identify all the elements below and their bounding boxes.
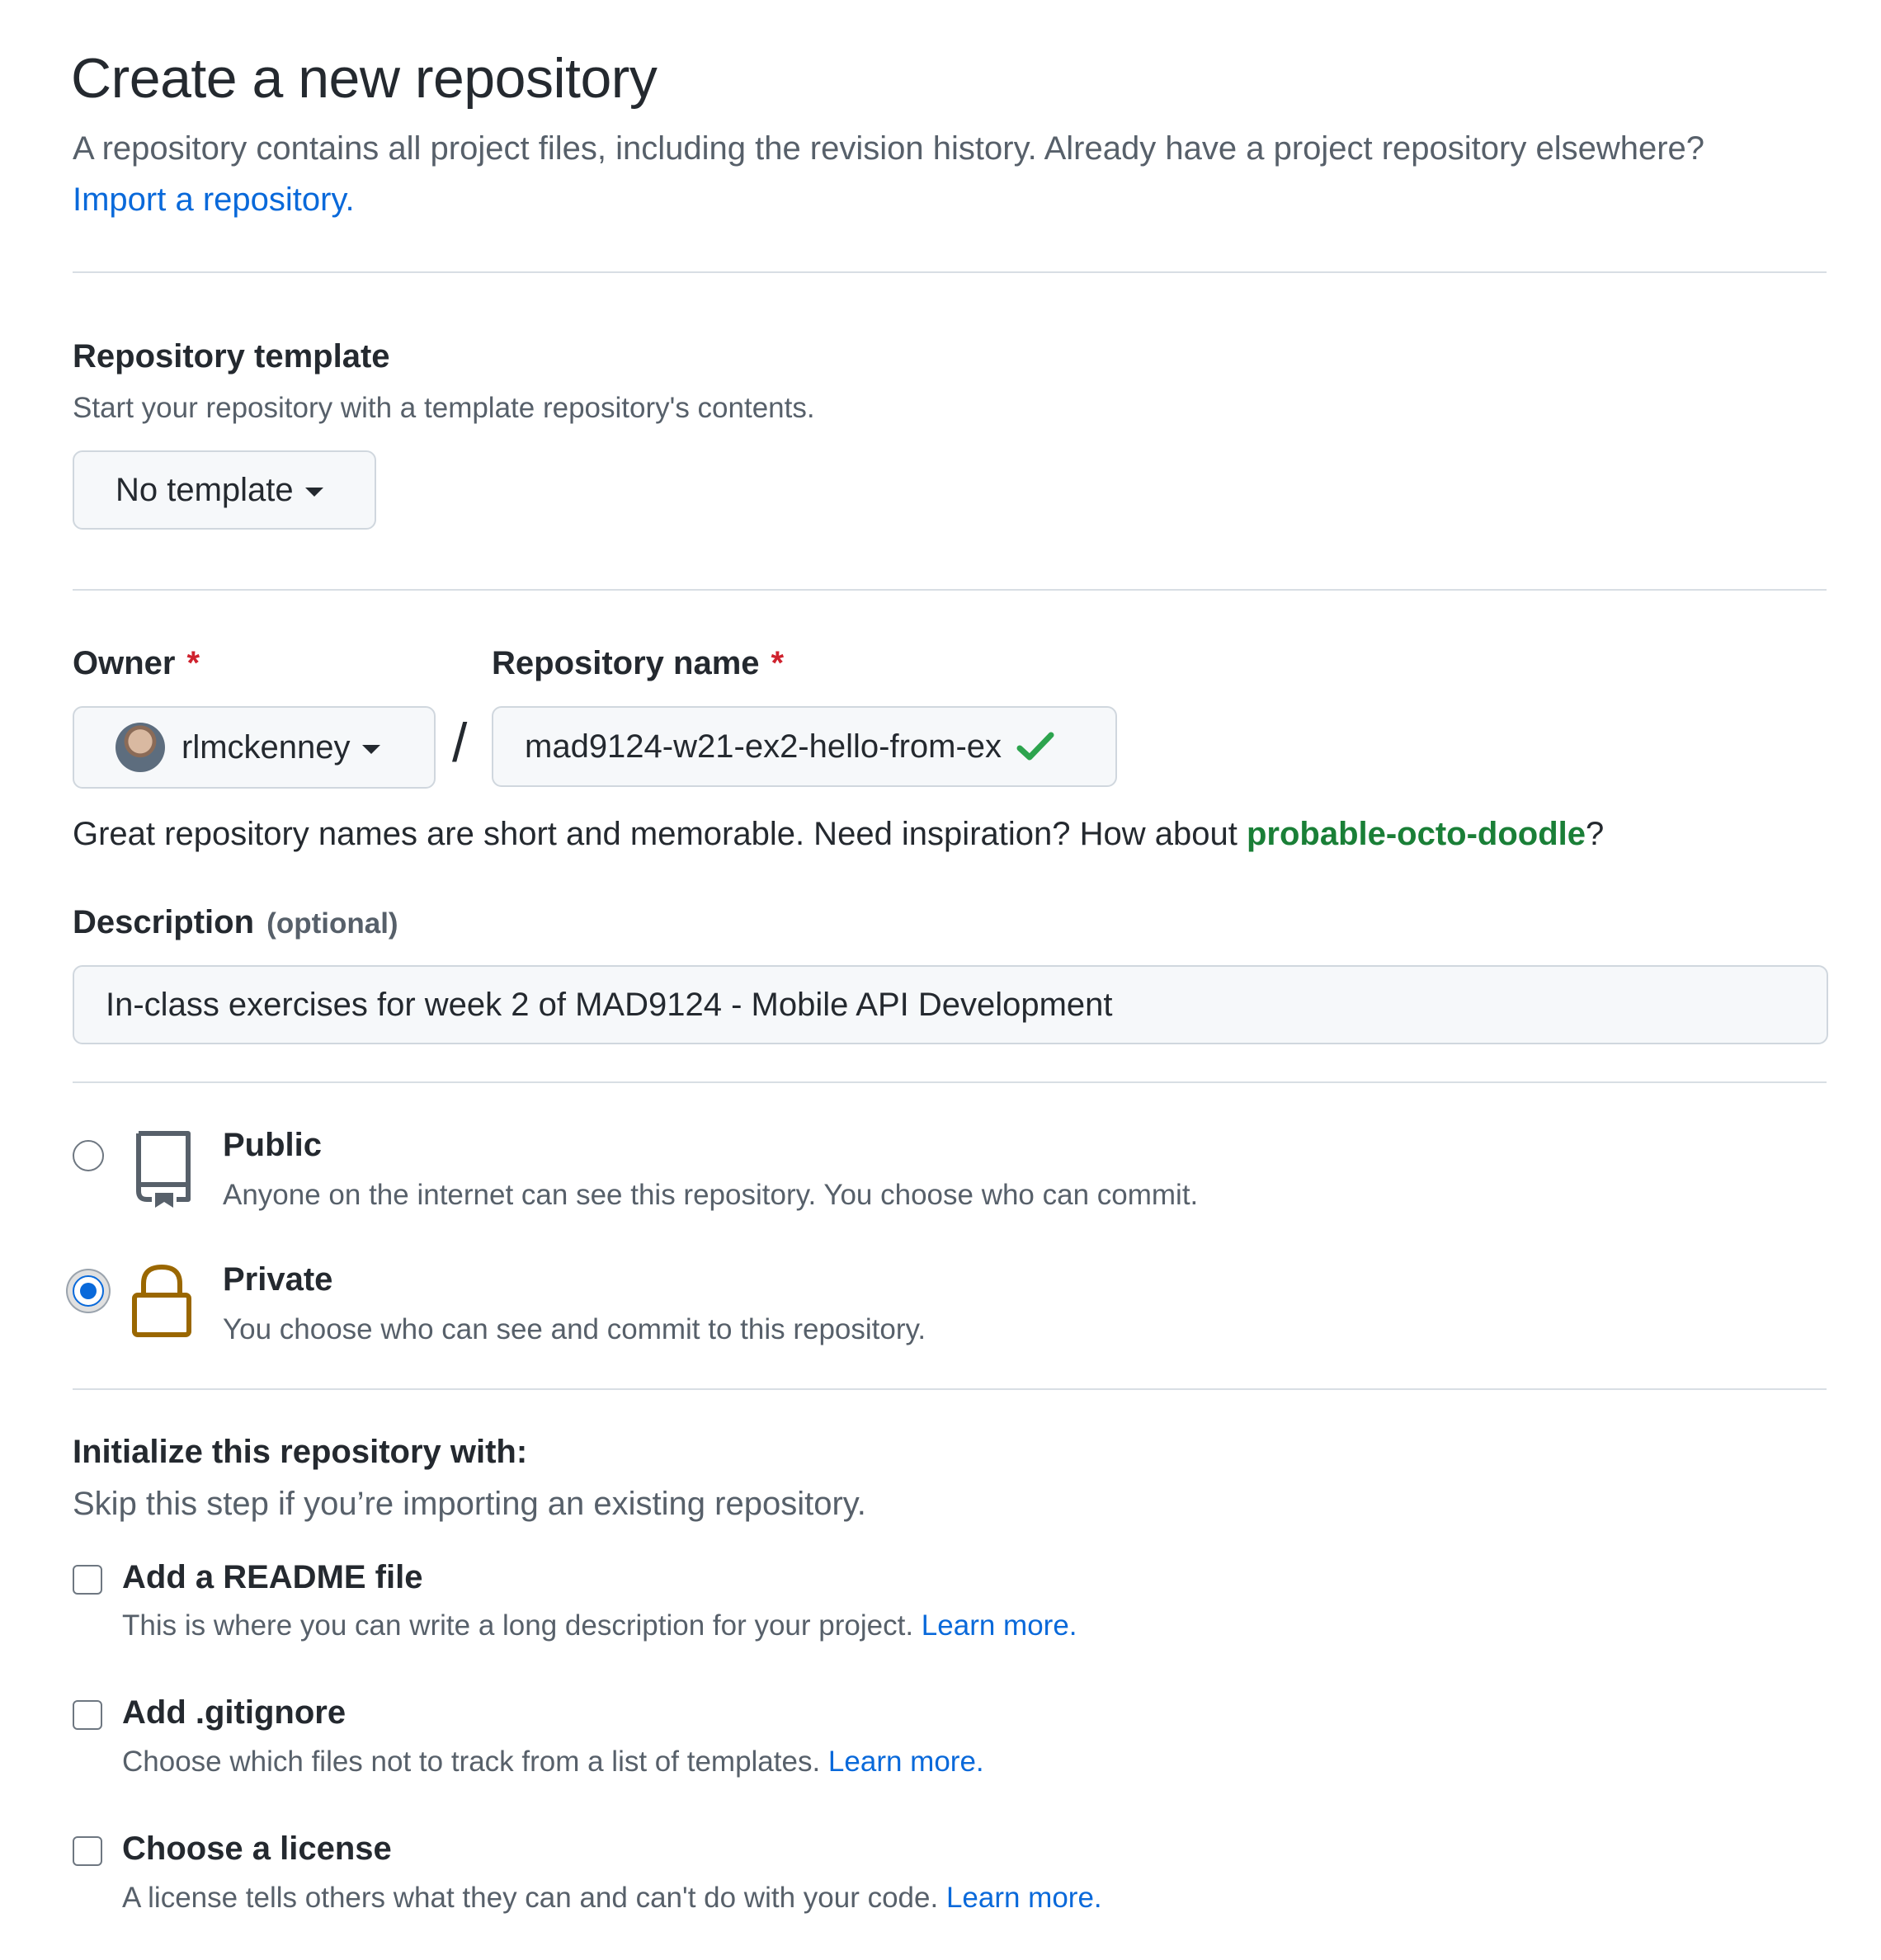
description-value: In-class exercises for week 2 of MAD9124…: [106, 986, 1113, 1023]
initialize-label: Initialize this repository with:: [73, 1434, 528, 1470]
name-hint-prefix: Great repository names are short and mem…: [73, 816, 1247, 852]
initialize-note: Skip this step if you’re importing an ex…: [73, 1486, 866, 1522]
owner-label-text: Owner: [73, 645, 176, 681]
name-hint-suffix: ?: [1586, 816, 1605, 852]
license-checkbox[interactable]: [73, 1836, 102, 1866]
lock-icon: [130, 1262, 193, 1344]
readme-desc-text: This is where you can write a long descr…: [122, 1609, 914, 1642]
readme-checkbox[interactable]: [73, 1565, 102, 1595]
template-dropdown-button[interactable]: No template: [73, 450, 376, 530]
import-repository-link[interactable]: Import a repository.: [73, 181, 355, 219]
private-radio[interactable]: [73, 1275, 104, 1307]
repo-name-label-text: Repository name: [492, 645, 760, 681]
repo-icon: [130, 1128, 193, 1212]
template-label: Repository template: [73, 338, 390, 375]
license-title: Choose a license: [122, 1830, 392, 1867]
owner-repo-separator: /: [452, 712, 468, 773]
public-title: Public: [223, 1127, 323, 1163]
gitignore-title: Add .gitignore: [122, 1694, 346, 1731]
page-subtitle: A repository contains all project files,…: [73, 130, 1705, 167]
readme-title: Add a README file: [122, 1559, 423, 1595]
readme-desc: This is where you can write a long descr…: [122, 1609, 1077, 1642]
description-label: Description (optional): [73, 904, 398, 941]
divider: [73, 271, 1827, 273]
private-desc: You choose who can see and commit to thi…: [223, 1313, 926, 1345]
license-desc: A license tells others what they can and…: [122, 1882, 1102, 1915]
gitignore-checkbox[interactable]: [73, 1700, 102, 1730]
suggested-name-link[interactable]: probable-octo-doodle: [1247, 816, 1586, 852]
template-note: Start your repository with a template re…: [73, 392, 815, 424]
private-title: Private: [223, 1261, 333, 1298]
page-title: Create a new repository: [71, 47, 658, 110]
description-label-text: Description: [73, 904, 255, 940]
repo-name-input[interactable]: mad9124-w21-ex2-hello-from-ex: [492, 706, 1117, 787]
chevron-down-icon: [304, 487, 323, 497]
avatar: [116, 723, 165, 772]
repo-name-value: mad9124-w21-ex2-hello-from-ex: [525, 728, 1002, 765]
owner-dropdown-button[interactable]: rlmckenney: [73, 706, 436, 789]
gitignore-desc-text: Choose which files not to track from a l…: [122, 1746, 821, 1778]
description-input[interactable]: In-class exercises for week 2 of MAD9124…: [73, 965, 1828, 1044]
required-mark: *: [186, 645, 200, 681]
chevron-down-icon: [361, 744, 380, 754]
gitignore-learn-more-link[interactable]: Learn more.: [828, 1746, 984, 1778]
public-radio[interactable]: [73, 1140, 104, 1171]
license-desc-text: A license tells others what they can and…: [122, 1882, 939, 1914]
optional-tag: (optional): [266, 907, 398, 940]
gitignore-desc: Choose which files not to track from a l…: [122, 1746, 984, 1779]
divider: [73, 1388, 1827, 1390]
template-button-label: No template: [116, 471, 294, 508]
divider: [73, 589, 1827, 591]
public-desc: Anyone on the internet can see this repo…: [223, 1179, 1199, 1211]
check-icon: [1016, 730, 1054, 763]
required-mark: *: [771, 645, 785, 681]
name-hint: Great repository names are short and mem…: [73, 816, 1604, 853]
repo-name-label: Repository name *: [492, 645, 784, 682]
owner-value: rlmckenney: [182, 728, 351, 766]
owner-label: Owner *: [73, 645, 200, 682]
divider: [73, 1081, 1827, 1083]
readme-learn-more-link[interactable]: Learn more.: [922, 1609, 1077, 1642]
license-learn-more-link[interactable]: Learn more.: [946, 1882, 1102, 1914]
